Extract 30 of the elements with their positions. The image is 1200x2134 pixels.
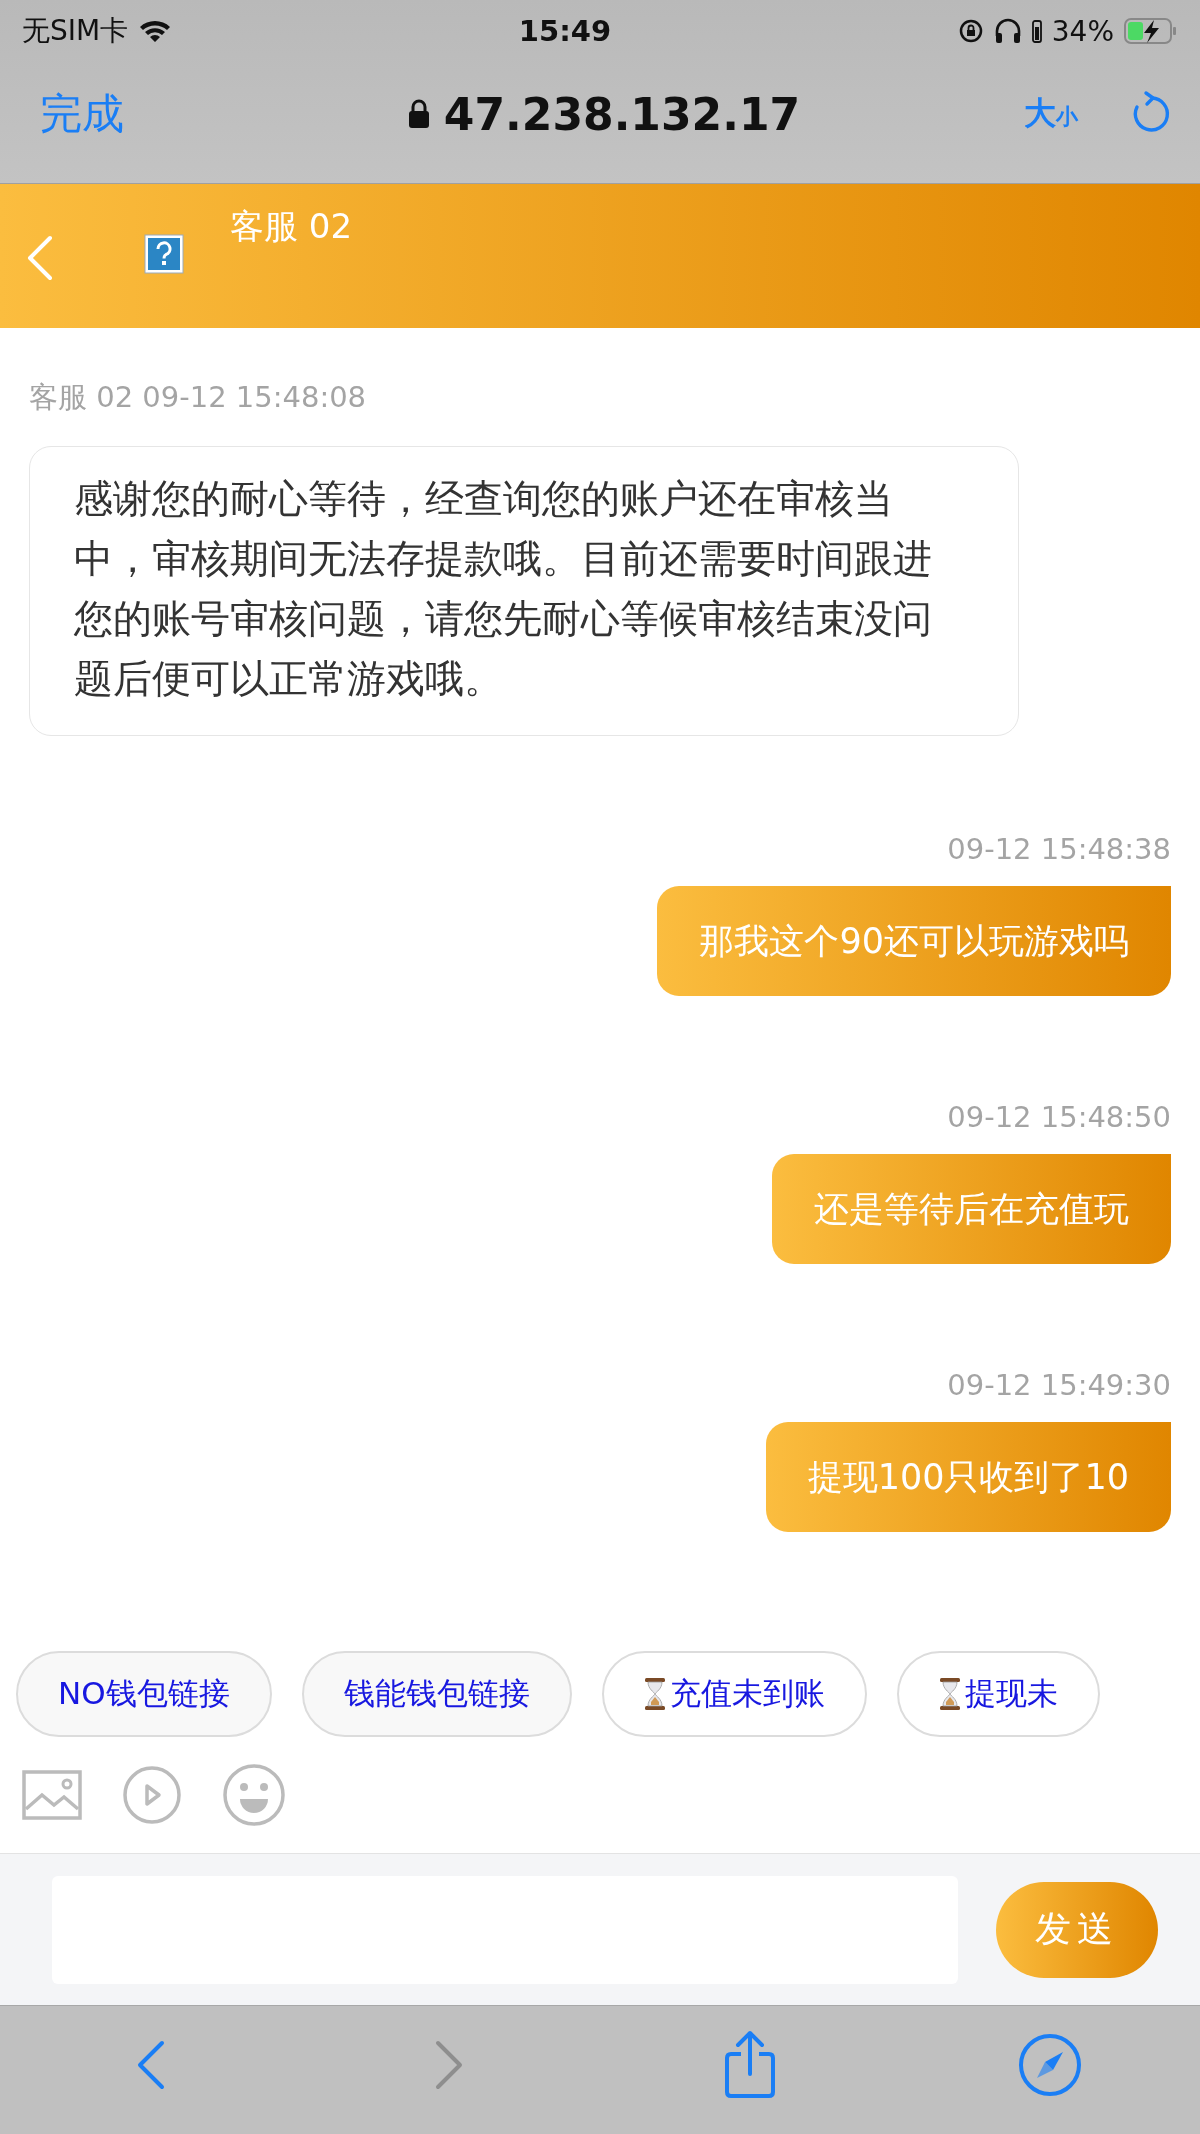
battery-icon	[1124, 17, 1178, 45]
hourglass-icon	[643, 1677, 666, 1711]
headphones-icon	[993, 18, 1022, 44]
message-timestamp: 09-12 15:48:50	[947, 1100, 1171, 1134]
rotation-lock-icon	[957, 18, 984, 44]
quick-reply-chip[interactable]: 充值未到账	[601, 1651, 867, 1737]
chat-title: 客服 02	[230, 205, 353, 248]
quick-reply-chip[interactable]: 提现未	[896, 1651, 1100, 1737]
sent-message-bubble: 提现100只收到了10	[765, 1422, 1171, 1532]
quick-reply-chip[interactable]: 钱能钱包链接	[301, 1651, 572, 1737]
quick-reply-chip[interactable]: NO钱包链接	[16, 1651, 272, 1737]
small-battery-icon	[1031, 18, 1042, 44]
compass-icon[interactable]	[1017, 2032, 1083, 2098]
emoji-icon[interactable]	[222, 1763, 286, 1827]
url-address[interactable]: 47.238.132.17	[443, 88, 801, 140]
video-play-icon[interactable]	[122, 1765, 182, 1825]
broken-image-icon	[144, 234, 184, 274]
sent-message-bubble: 还是等待后在充值玩	[772, 1154, 1171, 1264]
message-timestamp: 09-12 15:49:30	[947, 1368, 1171, 1402]
clock-time: 15:49	[518, 14, 612, 48]
wifi-icon	[138, 18, 173, 44]
received-message-bubble: 感谢您的耐心等待，经查询您的账户还在审核当中，审核期间无法存提款哦。目前还需要时间跟进您的账号审核问题，请您先耐心等候审核结束没问题后便可以正常游戏哦。	[29, 446, 1019, 736]
carrier-label: 无SIM卡	[22, 13, 129, 49]
message-timestamp: 09-12 15:48:38	[947, 832, 1171, 866]
battery-percent: 34%	[1051, 14, 1114, 48]
message-timestamp: 客服 02 09-12 15:48:08	[29, 379, 367, 416]
sent-message-bubble: 那我这个90还可以玩游戏吗	[657, 886, 1171, 996]
share-icon[interactable]	[723, 2030, 777, 2100]
image-icon[interactable]	[22, 1769, 82, 1821]
hourglass-icon	[938, 1677, 961, 1711]
